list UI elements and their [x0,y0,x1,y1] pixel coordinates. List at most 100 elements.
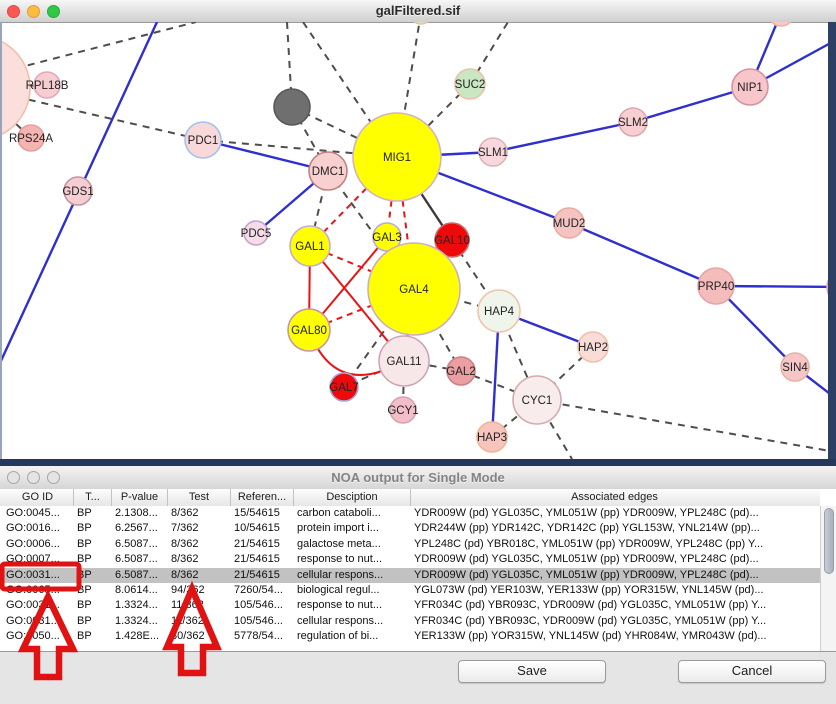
cell-description: protein import i... [293,521,410,536]
node-hap2-label: HAP2 [578,342,608,354]
column-header-1[interactable]: GO ID [2,489,73,506]
table-header-row[interactable]: GO IDT...P-valueTestReferen...Desciption… [0,489,820,507]
results-table: GO IDT...P-valueTestReferen...Desciption… [0,489,836,652]
node-gal7-label: GAL7 [329,382,358,394]
node-prp40-label: PRP40 [698,281,734,293]
node-gds1-label: GDS1 [62,186,93,198]
node-sin4-label: SIN4 [782,362,808,374]
node-unlabeled-gray[interactable] [274,89,310,125]
vertical-scrollbar[interactable] [820,506,836,651]
cell-p_value: 1.3324... [111,614,167,629]
column-header-2[interactable]: T... [73,489,111,506]
network-window-titlebar[interactable]: galFiltered.sif [0,0,836,23]
cancel-button[interactable]: Cancel [678,660,826,683]
column-header-7[interactable]: Associated edges [410,489,818,506]
cell-go_id: GO:0016... [2,521,73,536]
node-unlabeled-top-pink[interactable] [768,22,794,26]
noa-output-window: NOA output for Single Mode GO IDT...P-va… [0,459,836,704]
save-button[interactable]: Save [458,660,606,683]
cell-type: BP [73,552,111,567]
cell-type: BP [73,568,111,583]
node-slm2-label: SLM2 [618,117,648,129]
cell-edges: YDR244W (pp) YDR142C, YDR142C (pp) YGL15… [410,521,818,536]
cell-type: BP [73,506,111,521]
table-row-1[interactable]: GO:0045...BP2.1308...8/36215/54615carbon… [0,506,820,521]
cell-edges: YDR009W (pd) YGL035C, YML051W (pp) YDR00… [410,568,818,583]
cell-description: galactose meta... [293,537,410,552]
table-row-6[interactable]: GO:0065...BP8.0614...94/3627260/54...bio… [0,583,820,598]
scrollbar-thumb[interactable] [824,508,834,574]
cell-test: 8/362 [167,568,230,583]
node-rpl18b-label: RPL18B [26,80,69,92]
node-gal1-label: GAL1 [295,241,324,253]
cell-edges: YFR034C (pd) YBR093C, YDR009W (pd) YGL03… [410,598,818,613]
table-body: GO:0045...BP2.1308...8/36215/54615carbon… [0,506,820,645]
cell-test: 8/362 [167,537,230,552]
cell-test: 8/362 [167,506,230,521]
canvas-right-border [828,22,836,459]
table-row-9[interactable]: GO:0050...BP1.428E...80/3625778/54...reg… [0,629,820,644]
column-header-4[interactable]: Test [167,489,230,506]
node-hap4-label: HAP4 [484,306,515,318]
table-row-2[interactable]: GO:0016...BP6.2567...7/36210/54615protei… [0,521,820,536]
node-pdc1-label: PDC1 [188,135,219,147]
noa-window-titlebar[interactable]: NOA output for Single Mode [0,466,836,490]
node-slm1-label: SLM1 [478,147,508,159]
table-row-4[interactable]: GO:0007...BP6.5087...8/36221/54615respon… [0,552,820,567]
cell-go_id: GO:0031... [2,568,73,583]
cell-type: BP [73,629,111,644]
cell-description: response to nut... [293,598,410,613]
noa-window-title: NOA output for Single Mode [0,470,836,485]
table-row-8[interactable]: GO:0031...BP1.3324...11/362105/546...cel… [0,614,820,629]
node-gal3-label: GAL3 [372,232,401,244]
cell-p_value: 6.2567... [111,521,167,536]
edge-pd [0,22,196,75]
node-gal2-label: GAL2 [446,366,475,378]
cell-p_value: 1.428E... [111,629,167,644]
node-nip1-label: NIP1 [737,82,763,94]
node-hap3-label: HAP3 [477,432,507,444]
network-window: galFiltered.sif RPL18BRPS24AGDS1PDC1DMC1… [0,0,836,459]
cell-type: BP [73,537,111,552]
table-row-3[interactable]: GO:0006...BP6.5087...8/36221/54615galact… [0,537,820,552]
column-header-3[interactable]: P-value [111,489,167,506]
cell-type: BP [73,598,111,613]
cell-p_value: 8.0614... [111,583,167,598]
cell-description: regulation of bi... [293,629,410,644]
cell-description: cellular respons... [293,614,410,629]
cell-reference: 21/54615 [230,552,293,567]
cell-test: 7/362 [167,521,230,536]
cell-edges: YFR034C (pd) YBR093C, YDR009W (pd) YGL03… [410,614,818,629]
cell-reference: 21/54615 [230,568,293,583]
column-header-5[interactable]: Referen... [230,489,293,506]
canvas-left-border [0,22,2,459]
cell-p_value: 6.5087... [111,568,167,583]
node-pdc5-label: PDC5 [241,228,272,240]
cell-p_value: 6.5087... [111,552,167,567]
column-header-6[interactable]: Desciption [293,489,410,506]
table-row-7[interactable]: GO:0031...BP1.3324...11/362105/546...res… [0,598,820,613]
cell-reference: 15/54615 [230,506,293,521]
node-gcy1-label: GCY1 [387,405,418,417]
cell-type: BP [73,614,111,629]
node-gal10-label: GAL10 [434,235,470,247]
node-gal4-label: GAL4 [399,284,429,296]
cell-test: 80/362 [167,629,230,644]
node-mud2-label: MUD2 [553,218,586,230]
cell-reference: 5778/54... [230,629,293,644]
cell-go_id: GO:0050... [2,629,73,644]
cell-edges: YDR009W (pd) YGL035C, YML051W (pp) YDR00… [410,506,818,521]
table-row-5[interactable]: GO:0031...BP6.5087...8/36221/54615cellul… [0,568,820,583]
node-mig1-label: MIG1 [383,152,411,164]
cell-reference: 10/54615 [230,521,293,536]
node-dmc1-label: DMC1 [312,166,345,178]
node-unlabeled-top-green[interactable] [410,22,432,24]
cell-test: 11/362 [167,614,230,629]
cell-test: 11/362 [167,598,230,613]
network-canvas[interactable]: RPL18BRPS24AGDS1PDC1DMC1MIG1SUC2SLM1SLM2… [0,22,836,459]
node-gal80-label: GAL80 [291,325,327,337]
cell-edges: YER133W (pp) YOR315W, YNL145W (pd) YHR08… [410,629,818,644]
cell-go_id: GO:0007... [2,552,73,567]
cell-type: BP [73,521,111,536]
cell-test: 8/362 [167,552,230,567]
